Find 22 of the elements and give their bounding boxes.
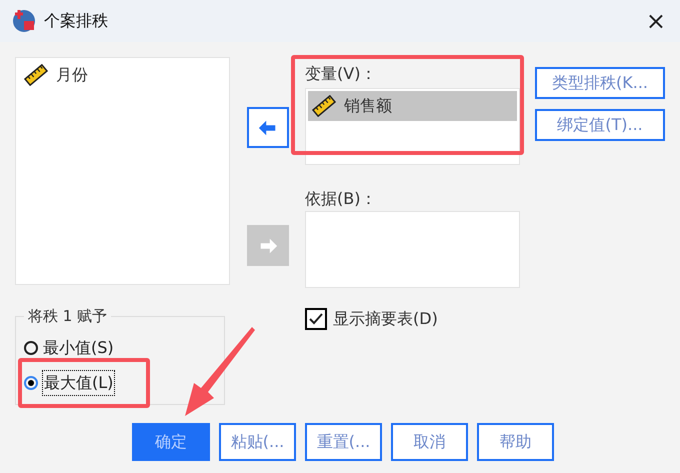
- variable-label: 变量(V)：: [305, 63, 378, 85]
- dialog-button[interactable]: 取消: [391, 423, 468, 461]
- app-icon: [12, 9, 36, 33]
- by-label: 依据(B)：: [305, 188, 378, 210]
- radio-button[interactable]: [24, 376, 38, 390]
- side-button[interactable]: 类型排秩(K...: [535, 67, 665, 99]
- summary-checkbox-row[interactable]: 显示摘要表(D): [305, 307, 520, 331]
- dialog-button[interactable]: 粘贴(...: [219, 423, 296, 461]
- list-item[interactable]: 销售额: [308, 91, 517, 121]
- side-button[interactable]: 绑定值(T)...: [535, 109, 665, 141]
- group-title: 将秩 1 赋予: [27, 306, 108, 327]
- dialog-button[interactable]: 重置(...: [305, 423, 382, 461]
- dialog-button[interactable]: 确定: [132, 423, 210, 461]
- move-left-button[interactable]: [247, 107, 289, 148]
- window-title: 个案排秩: [44, 10, 108, 32]
- close-button[interactable]: ×: [646, 9, 666, 33]
- radio-button[interactable]: [24, 340, 38, 354]
- list-item[interactable]: 月份: [20, 60, 225, 90]
- check-icon: [308, 312, 324, 326]
- checkbox[interactable]: [305, 308, 327, 330]
- dialog-button[interactable]: 帮助: [477, 423, 554, 461]
- radio-option[interactable]: 最小值(S): [24, 338, 115, 358]
